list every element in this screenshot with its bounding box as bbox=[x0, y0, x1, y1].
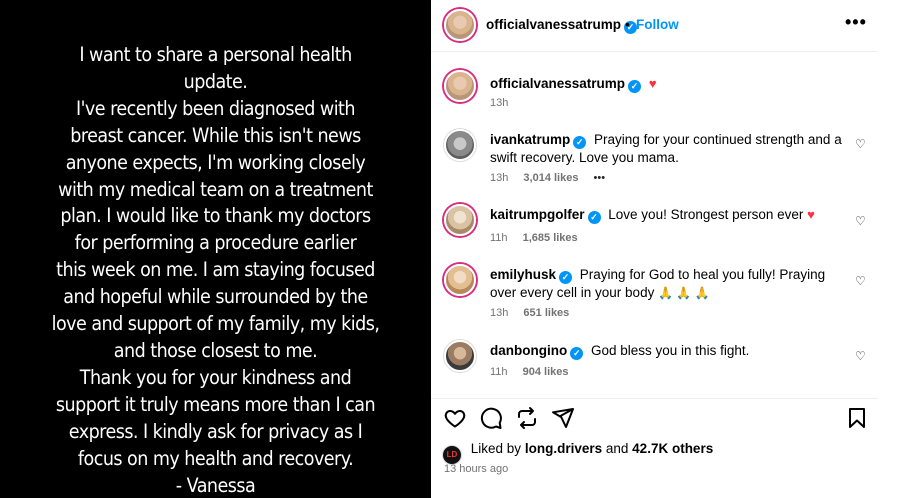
post-time[interactable]: 13 hours ago bbox=[444, 463, 508, 475]
caption-text: officialvanessatrump ✓ ♥ bbox=[490, 75, 850, 93]
comment-meta: 11h 1,685 likes bbox=[490, 232, 590, 244]
comment-username[interactable]: kaitrumpgolfer ✓ bbox=[490, 207, 601, 224]
comment-text: kaitrumpgolfer ✓ Love you! Strongest pers… bbox=[490, 207, 815, 224]
author-username[interactable]: officialvanessatrump ✓ bbox=[486, 17, 638, 34]
liker-avatar[interactable]: LD bbox=[443, 446, 461, 464]
pray-emoji: 🙏 🙏 🙏 bbox=[658, 286, 710, 300]
post-header: officialvanessatrump ✓ • Follow ••• bbox=[431, 0, 878, 52]
comment-meta: 13h 651 likes bbox=[490, 307, 581, 319]
story-text: I want to share a personal health update… bbox=[51, 43, 380, 497]
more-options-icon[interactable]: ••• bbox=[845, 12, 867, 33]
comment-like-icon[interactable]: ♡ bbox=[855, 214, 866, 228]
verified-icon: ✓ bbox=[573, 136, 587, 149]
liker-username[interactable]: long.drivers bbox=[525, 441, 602, 456]
comment-likes[interactable]: 3,014 likes bbox=[523, 172, 578, 184]
comment-more-icon[interactable]: ••• bbox=[594, 172, 606, 184]
likes-count[interactable]: 42.7K others bbox=[632, 441, 713, 456]
comment-time: 11h bbox=[490, 366, 508, 378]
action-bar bbox=[431, 398, 878, 434]
comment-time: 13h bbox=[490, 307, 509, 319]
comment-like-icon[interactable]: ♡ bbox=[855, 349, 866, 363]
caption-username[interactable]: officialvanessatrump ✓ bbox=[490, 76, 642, 93]
comment-like-icon[interactable]: ♡ bbox=[855, 274, 866, 288]
comment-username[interactable]: danbongino ✓ bbox=[490, 343, 584, 360]
comment-time: 13h bbox=[490, 172, 509, 184]
comment-icon[interactable] bbox=[479, 406, 503, 430]
heart-emoji: ♥ bbox=[807, 207, 815, 222]
verified-icon: ✓ bbox=[628, 80, 642, 93]
caption-time: 13h bbox=[490, 97, 509, 109]
post-panel: officialvanessatrump ✓ • Follow ••• offic… bbox=[431, 0, 878, 498]
verified-icon: ✓ bbox=[559, 271, 573, 284]
comment-meta: 11h 904 likes bbox=[490, 366, 580, 378]
story-image: I want to share a personal health update… bbox=[0, 0, 431, 498]
comment-like-icon[interactable]: ♡ bbox=[855, 137, 866, 151]
comment-text: danbongino ✓ God bless you in this fight. bbox=[490, 343, 750, 360]
verified-icon: ✓ bbox=[570, 347, 584, 360]
author-avatar[interactable] bbox=[444, 70, 476, 102]
comment-likes[interactable]: 1,685 likes bbox=[523, 232, 578, 244]
commenter-avatar[interactable] bbox=[444, 264, 476, 296]
commenter-avatar[interactable] bbox=[444, 340, 476, 372]
comment-time: 11h bbox=[490, 232, 508, 244]
separator-dot: • bbox=[625, 16, 630, 32]
comment-likes[interactable]: 904 likes bbox=[523, 366, 569, 378]
verified-icon: ✓ bbox=[587, 211, 601, 224]
repost-icon[interactable] bbox=[515, 406, 539, 430]
liked-by: LD Liked by long.drivers and 42.7K other… bbox=[443, 441, 713, 464]
heart-emoji: ♥ bbox=[648, 76, 657, 91]
commenter-avatar[interactable] bbox=[444, 129, 476, 161]
page-margin bbox=[878, 0, 915, 498]
author-avatar[interactable] bbox=[444, 9, 476, 41]
comment-text: ivankatrump ✓ Praying for your continued … bbox=[490, 132, 842, 165]
comment-likes[interactable]: 651 likes bbox=[523, 307, 569, 319]
comment-username[interactable]: emilyhusk ✓ bbox=[490, 267, 573, 284]
share-icon[interactable] bbox=[551, 406, 575, 430]
follow-button[interactable]: Follow bbox=[636, 17, 679, 32]
commenter-avatar[interactable] bbox=[444, 204, 476, 236]
like-icon[interactable] bbox=[443, 406, 467, 430]
comment-text: emilyhusk ✓ Praying for God to heal you f… bbox=[490, 267, 826, 300]
comment-meta: 13h 3,014 likes ••• bbox=[490, 172, 617, 184]
save-icon[interactable] bbox=[845, 406, 869, 430]
comment-username[interactable]: ivankatrump ✓ bbox=[490, 132, 587, 149]
